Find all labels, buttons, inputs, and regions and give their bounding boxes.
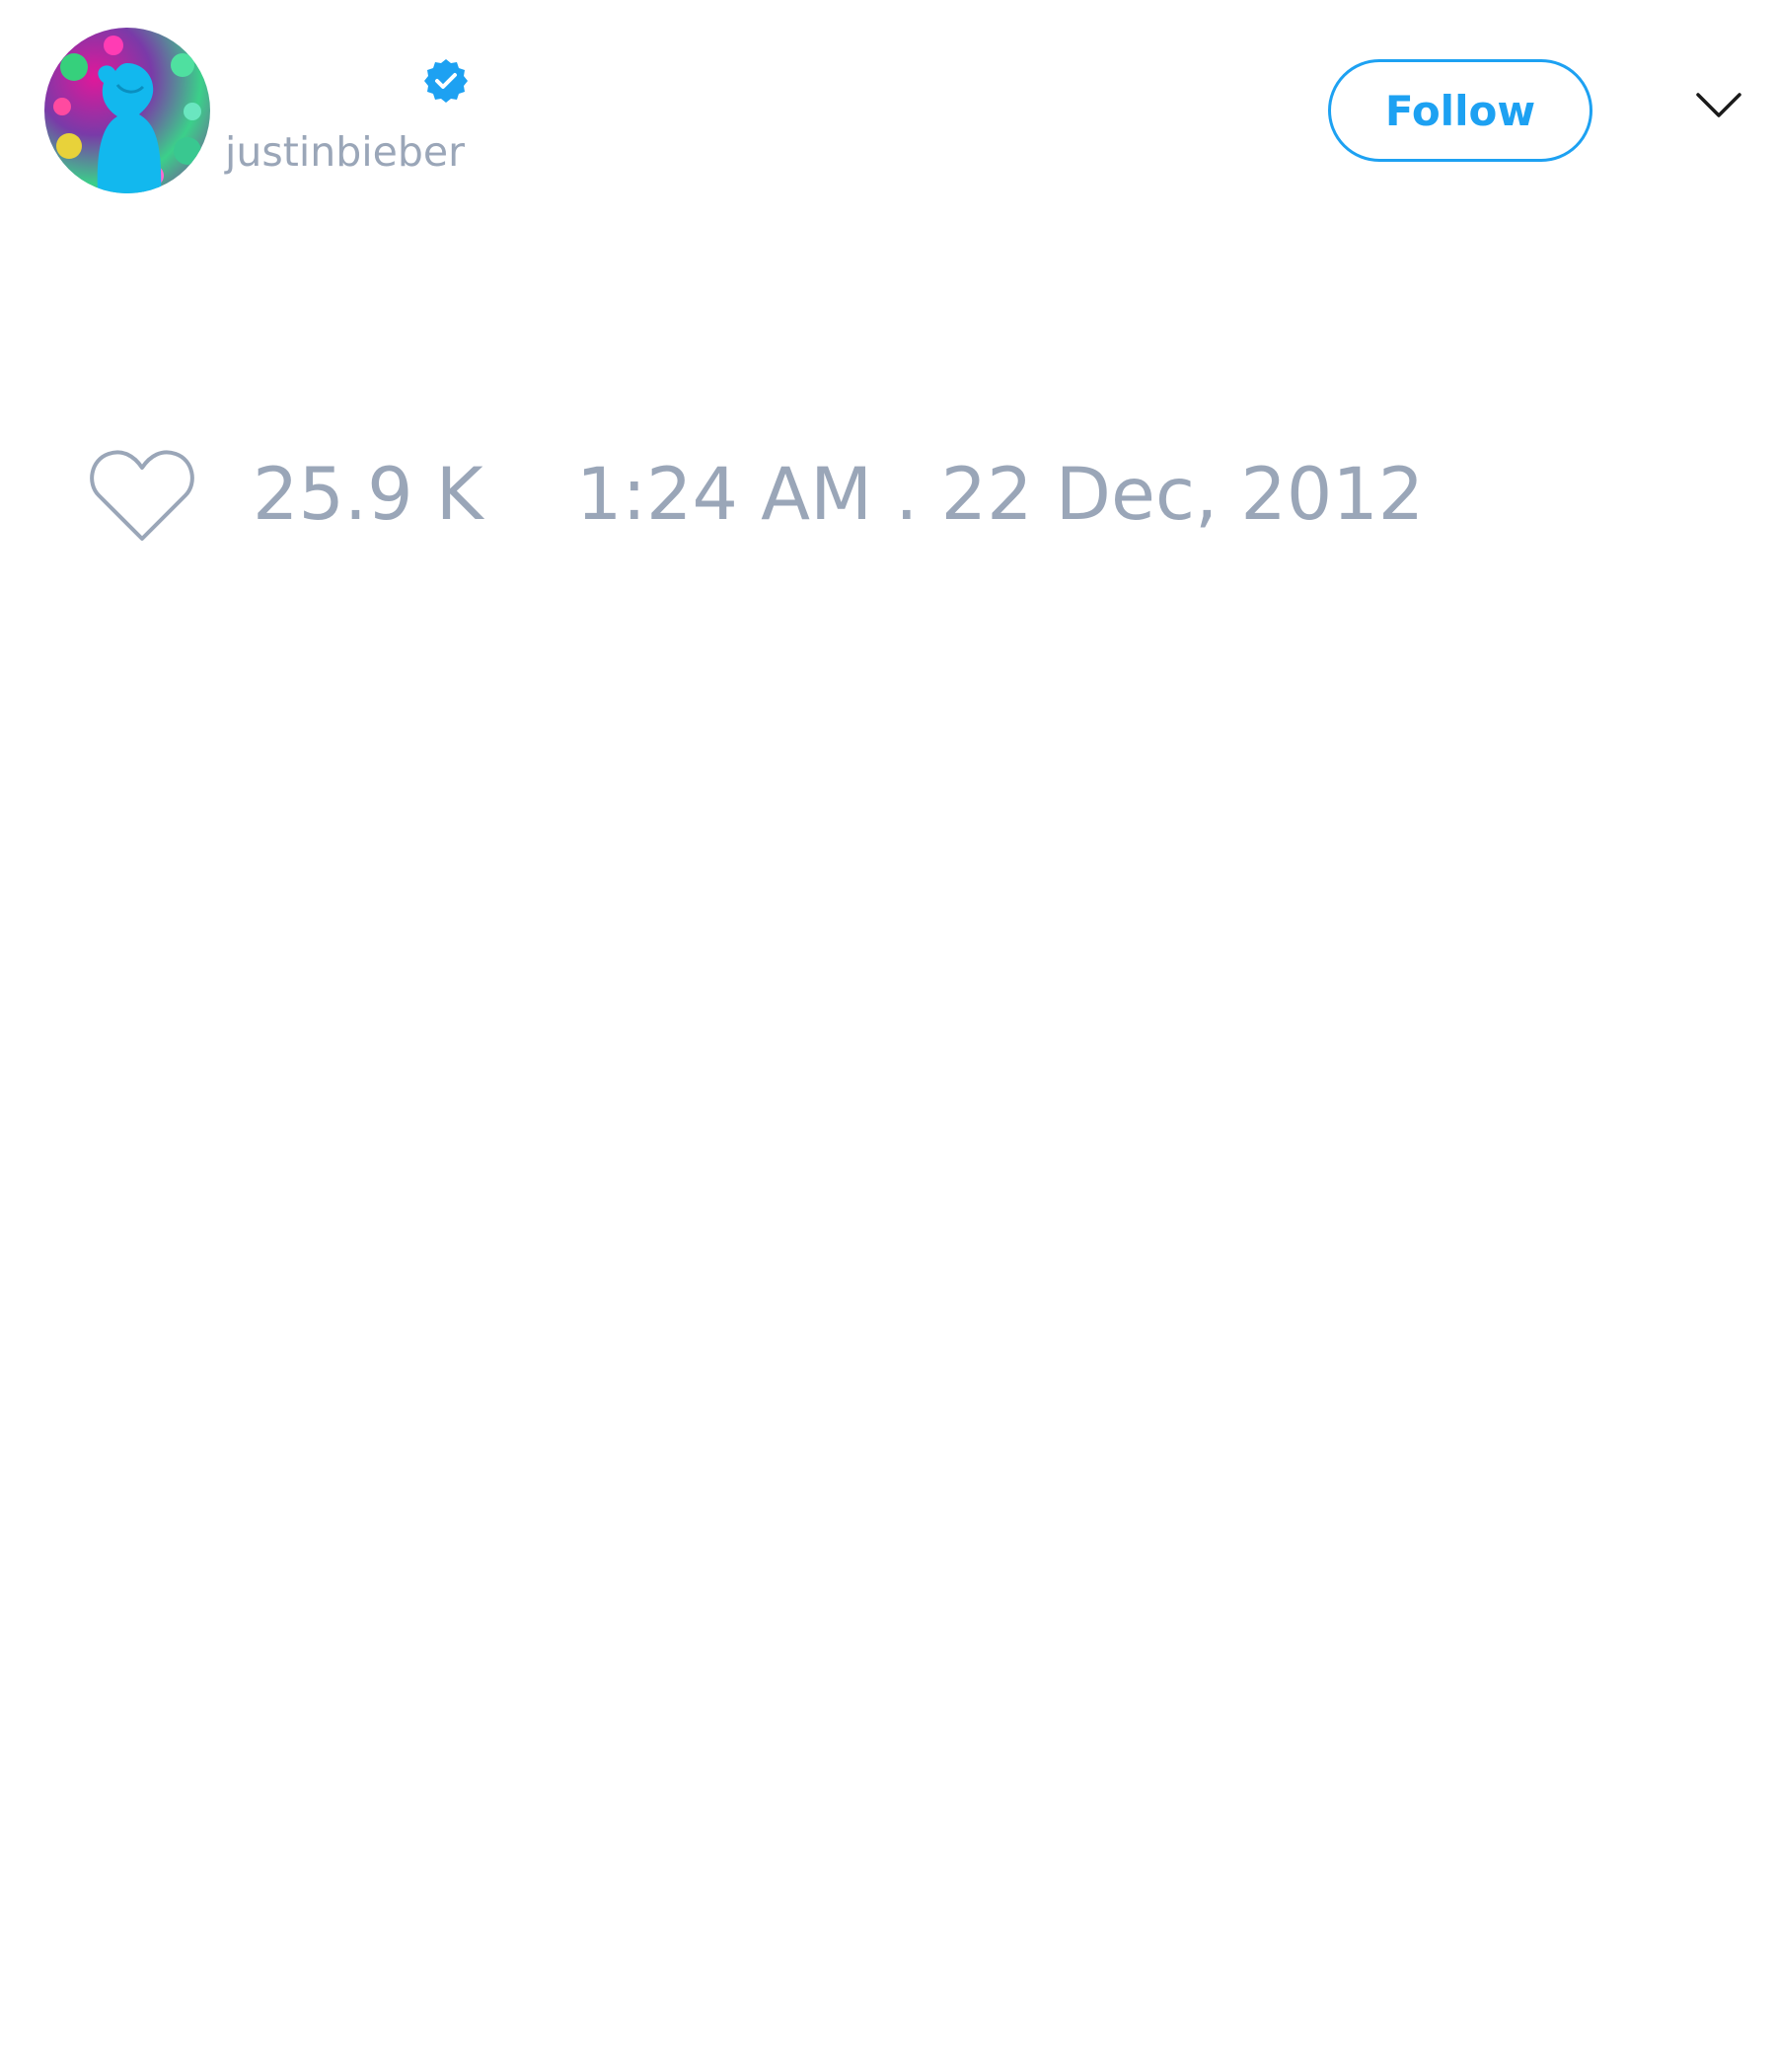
verified-badge-icon	[424, 59, 468, 103]
tweet-card: justinbieber Follow 25.9 K 1:24 AM . 22 …	[0, 0, 1776, 2072]
follow-button[interactable]: Follow	[1328, 59, 1592, 162]
tweet-timestamp[interactable]: 1:24 AM . 22 Dec, 2012	[576, 456, 1424, 535]
like-count: 25.9 K	[253, 453, 483, 537]
heart-icon[interactable]	[89, 448, 195, 543]
avatar[interactable]	[44, 28, 210, 193]
chevron-down-icon[interactable]	[1695, 91, 1742, 120]
avatar-image	[53, 36, 201, 193]
user-handle[interactable]: justinbieber	[225, 126, 465, 178]
